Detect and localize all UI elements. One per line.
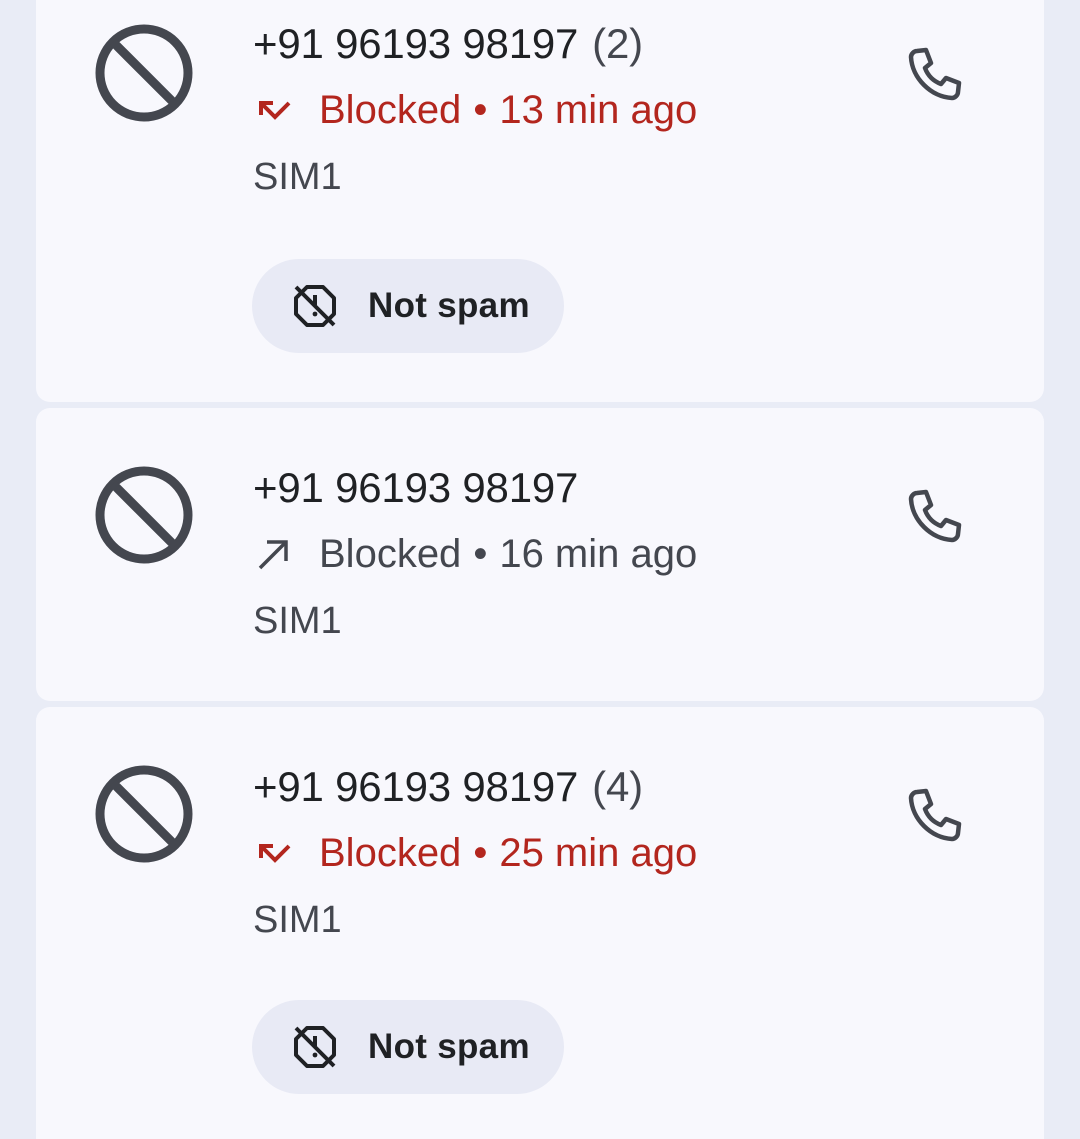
call-status: Blocked • 16 min ago: [253, 532, 697, 577]
phone-icon: [908, 489, 962, 543]
not-spam-button[interactable]: Not spam: [252, 1000, 564, 1094]
status-separator: •: [473, 532, 488, 576]
call-log-item[interactable]: +91 96193 98197 (2) Blocked • 13 min ago …: [36, 0, 1044, 402]
call-back-button[interactable]: [898, 779, 970, 851]
status-label: Blocked: [319, 831, 462, 875]
call-time: 25 min ago: [499, 831, 698, 875]
not-spam-label: Not spam: [368, 286, 530, 325]
status-label: Blocked: [319, 88, 462, 132]
phone-icon: [908, 47, 962, 101]
not-spam-icon: [294, 1026, 336, 1068]
missed-call-icon: [259, 100, 291, 120]
phone-number-text: +91 96193 98197: [253, 763, 579, 810]
blocked-icon: [95, 765, 193, 863]
call-log-item[interactable]: +91 96193 98197 Blocked • 16 min ago SIM…: [36, 408, 1044, 701]
not-spam-button[interactable]: Not spam: [252, 259, 564, 353]
phone-number: +91 96193 98197 (2): [253, 20, 643, 68]
blocked-icon: [95, 466, 193, 564]
sim-label: SIM1: [253, 156, 342, 198]
call-status: Blocked • 25 min ago: [253, 831, 697, 876]
not-spam-icon: [294, 285, 336, 327]
phone-number-text: +91 96193 98197: [253, 464, 579, 511]
phone-number: +91 96193 98197: [253, 464, 578, 512]
not-spam-label: Not spam: [368, 1027, 530, 1066]
phone-number: +91 96193 98197 (4): [253, 763, 643, 811]
blocked-icon: [95, 24, 193, 122]
call-count: (4): [592, 763, 643, 810]
call-back-button[interactable]: [898, 38, 970, 110]
call-log-item[interactable]: +91 96193 98197 (4) Blocked • 25 min ago …: [36, 707, 1044, 1139]
status-label: Blocked: [319, 532, 462, 576]
missed-call-icon: [259, 843, 291, 863]
call-count: (2): [592, 20, 643, 67]
status-separator: •: [473, 831, 488, 875]
status-separator: •: [473, 88, 488, 132]
sim-label: SIM1: [253, 899, 342, 941]
call-status: Blocked • 13 min ago: [253, 88, 697, 133]
call-history-list: +91 96193 98197 (2) Blocked • 13 min ago …: [0, 0, 1080, 1139]
sim-label: SIM1: [253, 600, 342, 642]
outgoing-call-icon: [258, 539, 288, 569]
call-time: 16 min ago: [499, 532, 698, 576]
phone-number-text: +91 96193 98197: [253, 20, 579, 67]
call-time: 13 min ago: [499, 88, 698, 132]
phone-icon: [908, 788, 962, 842]
call-back-button[interactable]: [898, 480, 970, 552]
